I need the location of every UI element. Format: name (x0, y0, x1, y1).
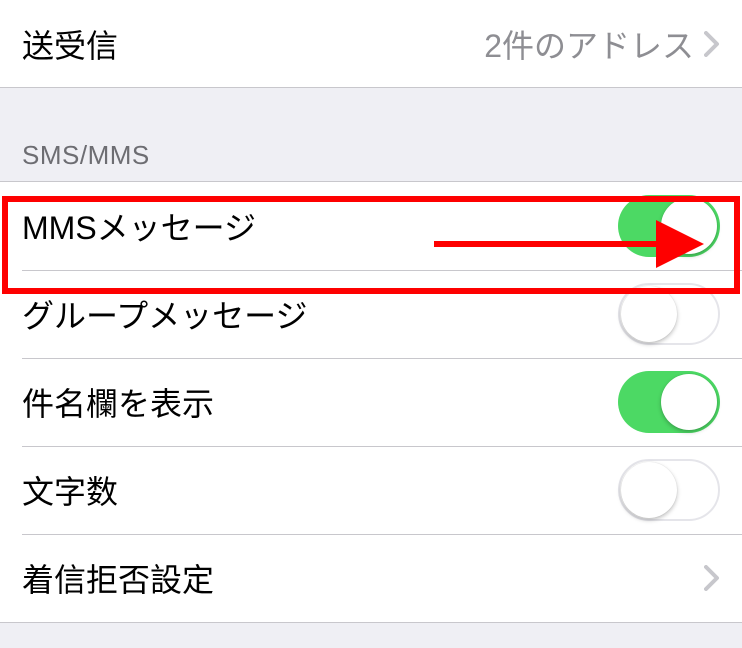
show-subject-row: 件名欄を表示 (0, 358, 742, 446)
blocked-row[interactable]: 着信拒否設定 (0, 534, 742, 622)
chevron-right-icon (704, 565, 720, 591)
section-header-sms-mms: SMS/MMS (0, 88, 742, 181)
mms-messages-row: MMSメッセージ (0, 182, 742, 270)
group-messages-toggle[interactable] (618, 283, 720, 345)
char-count-row: 文字数 (0, 446, 742, 534)
send-receive-value: 2件のアドレス (484, 21, 694, 67)
toggle-knob (661, 374, 717, 430)
chevron-right-icon (704, 31, 720, 57)
toggle-knob (621, 286, 677, 342)
group-messages-row: グループメッセージ (0, 270, 742, 358)
send-receive-label: 送受信 (22, 21, 118, 67)
char-count-label: 文字数 (22, 467, 118, 513)
blocked-right (704, 565, 720, 591)
toggle-knob (661, 198, 717, 254)
show-subject-toggle[interactable] (618, 371, 720, 433)
mms-messages-toggle[interactable] (618, 195, 720, 257)
group-messages-label: グループメッセージ (22, 291, 307, 337)
toggle-knob (621, 462, 677, 518)
blocked-label: 着信拒否設定 (22, 555, 214, 601)
show-subject-label: 件名欄を表示 (22, 379, 214, 425)
send-receive-row[interactable]: 送受信 2件のアドレス (0, 0, 742, 88)
mms-messages-label: MMSメッセージ (22, 203, 256, 249)
char-count-toggle[interactable] (618, 459, 720, 521)
send-receive-right: 2件のアドレス (484, 21, 720, 67)
settings-list: MMSメッセージ グループメッセージ 件名欄を表示 文字数 着信拒否設定 (0, 181, 742, 623)
